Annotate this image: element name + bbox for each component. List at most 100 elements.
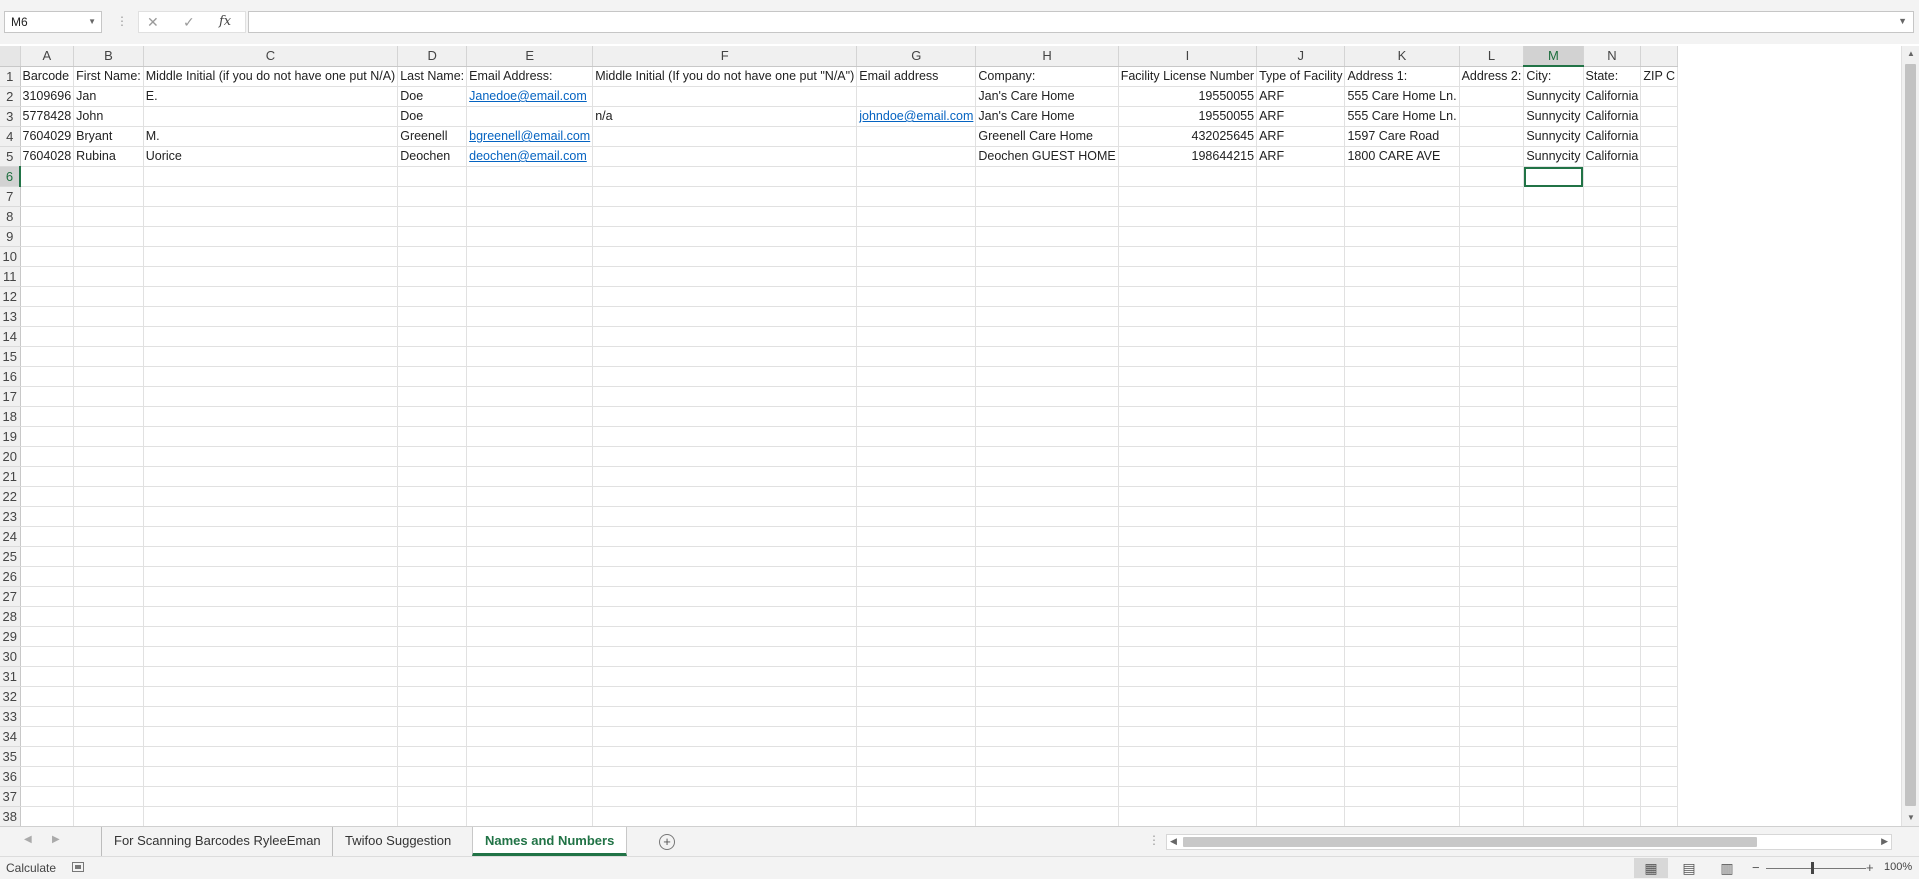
cell[interactable] xyxy=(397,286,468,307)
cell[interactable] xyxy=(592,326,858,347)
vertical-scroll-thumb[interactable] xyxy=(1905,64,1916,806)
cell[interactable] xyxy=(20,806,75,826)
cell[interactable] xyxy=(592,506,858,527)
cell[interactable] xyxy=(592,766,858,787)
cell[interactable] xyxy=(397,646,468,667)
cell[interactable] xyxy=(592,286,858,307)
cell[interactable] xyxy=(1344,326,1460,347)
cell[interactable] xyxy=(856,186,977,207)
cell[interactable]: Uorice xyxy=(143,146,399,167)
sheet-tab-scanning-barcodes[interactable]: For Scanning Barcodes RyleeEman xyxy=(101,827,333,856)
cell[interactable] xyxy=(856,86,977,107)
cell[interactable] xyxy=(1523,486,1584,507)
cell[interactable] xyxy=(1118,286,1258,307)
cell[interactable] xyxy=(1344,606,1460,627)
cell[interactable] xyxy=(73,486,144,507)
cell[interactable] xyxy=(1459,246,1525,267)
cell[interactable] xyxy=(1344,346,1460,367)
cell[interactable] xyxy=(1523,566,1584,587)
cell[interactable] xyxy=(1459,646,1525,667)
row-header[interactable]: 24 xyxy=(0,526,21,547)
cell[interactable] xyxy=(1256,366,1346,387)
cell[interactable] xyxy=(20,586,75,607)
cell[interactable]: Email Address: xyxy=(466,66,594,87)
cell[interactable] xyxy=(1118,666,1258,687)
cell[interactable] xyxy=(143,446,399,467)
horizontal-scrollbar[interactable]: ◀ ▶ xyxy=(1166,834,1892,850)
cell[interactable] xyxy=(1583,686,1642,707)
cell[interactable] xyxy=(397,426,468,447)
spreadsheet-grid[interactable]: ABCDEFGHIJKLMN 1 Barcode First Name: Middle… xyxy=(0,46,1901,826)
cell[interactable] xyxy=(1583,786,1642,807)
cell[interactable] xyxy=(1459,386,1525,407)
cell[interactable] xyxy=(1256,766,1346,787)
cell[interactable] xyxy=(975,726,1119,747)
row-header[interactable]: 8 xyxy=(0,206,21,227)
cell[interactable] xyxy=(1640,806,1679,826)
cell[interactable] xyxy=(1640,626,1679,647)
row-header[interactable]: 30 xyxy=(0,646,21,667)
cell[interactable] xyxy=(1118,546,1258,567)
cell[interactable] xyxy=(975,266,1119,287)
cell[interactable] xyxy=(1118,626,1258,647)
cell[interactable] xyxy=(1344,806,1460,826)
sheet-tab-names-and-numbers[interactable]: Names and Numbers xyxy=(472,827,628,856)
cell[interactable] xyxy=(1583,406,1642,427)
cell[interactable] xyxy=(143,766,399,787)
cell[interactable] xyxy=(73,526,144,547)
cell[interactable] xyxy=(397,806,468,826)
cell[interactable] xyxy=(1640,606,1679,627)
cell[interactable] xyxy=(1256,806,1346,826)
cell[interactable] xyxy=(592,526,858,547)
cell[interactable] xyxy=(1583,266,1642,287)
cell[interactable]: n/a xyxy=(592,106,858,127)
cell[interactable] xyxy=(1523,366,1584,387)
cell[interactable]: Greenell Care Home xyxy=(975,126,1119,147)
cell[interactable] xyxy=(856,526,977,547)
cell[interactable] xyxy=(1583,486,1642,507)
cell[interactable] xyxy=(397,766,468,787)
cell[interactable] xyxy=(1640,766,1679,787)
cell[interactable] xyxy=(1583,526,1642,547)
cell[interactable] xyxy=(73,386,144,407)
cell[interactable]: Sunnycity xyxy=(1523,106,1584,127)
cell[interactable]: ZIP C xyxy=(1640,66,1679,87)
cell[interactable] xyxy=(397,566,468,587)
cell[interactable] xyxy=(856,306,977,327)
cell[interactable] xyxy=(143,786,399,807)
cell[interactable] xyxy=(1583,446,1642,467)
cell[interactable] xyxy=(466,366,594,387)
cell[interactable] xyxy=(1118,206,1258,227)
formula-input[interactable]: ▼ xyxy=(248,11,1914,33)
cell[interactable] xyxy=(1118,726,1258,747)
cell[interactable] xyxy=(1523,646,1584,667)
cell[interactable] xyxy=(143,426,399,447)
cell[interactable] xyxy=(143,306,399,327)
cell[interactable] xyxy=(1344,306,1460,327)
cell[interactable] xyxy=(592,726,858,747)
cell[interactable] xyxy=(975,406,1119,427)
cell[interactable]: California xyxy=(1583,146,1642,167)
cell[interactable] xyxy=(73,746,144,767)
row-header[interactable]: 10 xyxy=(0,246,21,267)
cell[interactable] xyxy=(856,426,977,447)
cell[interactable] xyxy=(143,366,399,387)
cell[interactable] xyxy=(592,746,858,767)
cell[interactable]: Sunnycity xyxy=(1523,86,1584,107)
cell[interactable] xyxy=(20,246,75,267)
cell[interactable]: Address 2: xyxy=(1459,66,1525,87)
cell[interactable] xyxy=(592,406,858,427)
cell[interactable]: 432025645 xyxy=(1118,126,1258,147)
cell[interactable]: Bryant xyxy=(73,126,144,147)
row-header[interactable]: 1 xyxy=(0,66,21,87)
cell[interactable]: 19550055 xyxy=(1118,86,1258,107)
cell[interactable]: Email address xyxy=(856,66,977,87)
cell[interactable]: 7604028 xyxy=(20,146,75,167)
cell[interactable] xyxy=(856,206,977,227)
zoom-level[interactable]: 100% xyxy=(1884,861,1912,873)
cell[interactable] xyxy=(73,506,144,527)
cell[interactable]: 1800 CARE AVE xyxy=(1344,146,1460,167)
cell[interactable] xyxy=(1583,206,1642,227)
row-header[interactable]: 25 xyxy=(0,546,21,567)
cell[interactable]: Jan xyxy=(73,86,144,107)
